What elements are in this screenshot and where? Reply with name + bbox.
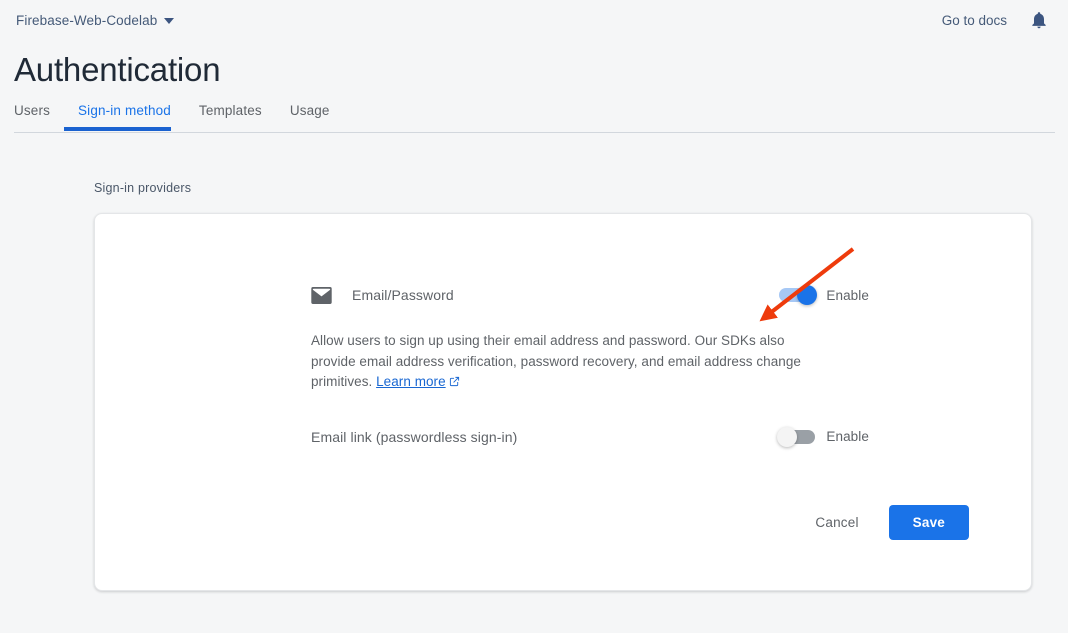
tab-users[interactable]: Users [14,103,64,128]
sign-in-provider-card: Email/Password Enable Allow users to sig… [94,213,1032,591]
enable-toggle-label-email-password: Enable [826,288,869,303]
provider-identity-email-link: Email link (passwordless sign-in) [311,429,517,445]
bell-icon[interactable] [1029,9,1049,31]
project-selector[interactable]: Firebase-Web-Codelab [14,11,176,30]
provider-name-email-link: Email link (passwordless sign-in) [311,429,517,445]
page-title: Authentication [14,49,1068,91]
top-bar-actions: Go to docs [942,9,1054,31]
tab-sign-in-method[interactable]: Sign-in method [64,103,185,128]
toggle-knob [797,285,817,305]
enable-toggle-group-email-password: Enable [779,288,991,303]
main-content: Sign-in providers Email/Password Enable [0,181,1068,591]
toggle-knob [777,427,797,447]
sign-in-providers-label: Sign-in providers [94,181,1068,195]
go-to-docs-link[interactable]: Go to docs [942,13,1007,28]
enable-toggle-email-password[interactable] [779,288,815,302]
learn-more-link[interactable]: Learn more [376,374,446,389]
enable-toggle-email-link[interactable] [779,430,815,444]
external-link-icon[interactable] [446,374,460,389]
tab-templates[interactable]: Templates [185,103,276,128]
mail-icon [311,287,332,304]
provider-row-email-link: Email link (passwordless sign-in) Enable [95,419,1031,455]
provider-identity: Email/Password [311,287,454,304]
card-actions: Cancel Save [807,505,969,540]
provider-description-email-password: Allow users to sign up using their email… [311,331,823,393]
tab-bar-divider [14,132,1055,133]
chevron-down-icon [164,18,174,24]
tab-usage[interactable]: Usage [276,103,344,128]
top-bar: Firebase-Web-Codelab Go to docs [0,0,1068,40]
cancel-button[interactable]: Cancel [807,507,866,538]
provider-row-email-password: Email/Password Enable [95,277,1031,313]
provider-name-email-password: Email/Password [352,287,454,303]
save-button[interactable]: Save [889,505,969,540]
enable-toggle-group-email-link: Enable [779,429,991,444]
tab-bar: Users Sign-in method Templates Usage [0,103,1068,135]
enable-toggle-label-email-link: Enable [826,429,869,444]
project-name: Firebase-Web-Codelab [16,13,157,28]
